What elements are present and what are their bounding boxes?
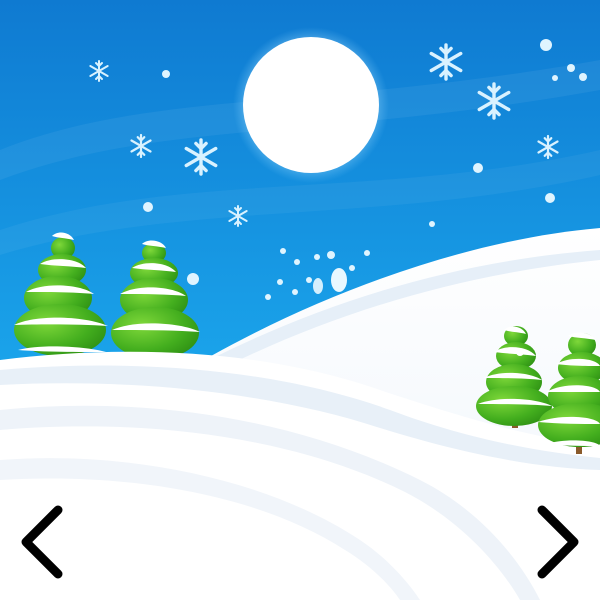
image-viewer <box>0 0 600 600</box>
sparkle-dot <box>331 268 347 292</box>
previous-image-button[interactable] <box>8 500 68 584</box>
winter-landscape-image <box>0 0 600 600</box>
sparkle-dot <box>516 348 524 356</box>
moon <box>243 37 379 173</box>
next-image-button[interactable] <box>530 500 590 584</box>
chevron-left-icon <box>21 505 63 579</box>
sparkle-dot <box>313 278 323 294</box>
chevron-right-icon <box>537 505 579 579</box>
